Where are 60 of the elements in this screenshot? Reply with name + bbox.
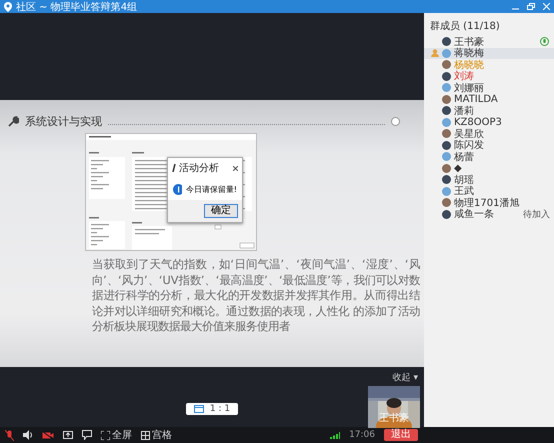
- page-indicator[interactable]: 1 : 1: [186, 403, 238, 415]
- orb-icon: [391, 117, 400, 126]
- window-title: 社区 ~ 物理毕业答辩第4组: [16, 0, 138, 14]
- member-row[interactable]: 杨蕾: [424, 151, 554, 162]
- call-time: 17:06: [349, 430, 375, 440]
- member-name: 陈闪发: [454, 139, 485, 152]
- restore-icon[interactable]: [527, 3, 535, 10]
- grid-icon: [141, 430, 150, 440]
- signal-icon: [330, 432, 340, 438]
- member-name: 王书豪: [454, 36, 485, 48]
- member-name: ◆: [454, 162, 463, 174]
- member-name: 王武: [454, 184, 475, 198]
- pen-icon: [172, 164, 176, 172]
- chat-icon[interactable]: [82, 430, 92, 440]
- member-name: 蒋晓梅: [454, 46, 485, 60]
- member-row[interactable]: ◆: [424, 162, 554, 174]
- member-name: KZ8OOP3: [454, 116, 503, 128]
- member-name: 物理1701潘旭: [454, 196, 520, 209]
- fullscreen-button[interactable]: 全屏: [101, 428, 132, 442]
- member-status: 待加入: [523, 208, 550, 221]
- dialog-message: 今日请保留量!: [186, 184, 237, 194]
- grid-button[interactable]: 宫格: [141, 428, 172, 442]
- screen-share-icon[interactable]: [63, 430, 73, 440]
- collapse-toggle[interactable]: 收起 ▾: [392, 371, 418, 384]
- member-row[interactable]: 咸鱼一条 待加入: [424, 208, 554, 220]
- member-name: 咸鱼一条: [454, 208, 495, 222]
- member-name: 杨晓晓: [454, 58, 485, 71]
- slide-title: 系统设计与实现: [25, 114, 102, 129]
- member-row[interactable]: 吴星欣: [424, 128, 554, 140]
- close-icon[interactable]: [233, 166, 238, 170]
- member-row[interactable]: 潘莉: [424, 105, 554, 116]
- info-icon: [173, 184, 182, 194]
- member-row[interactable]: 王武: [424, 186, 554, 197]
- member-name: 刘娜丽: [454, 82, 485, 94]
- member-row[interactable]: 物理1701潘旭: [424, 197, 554, 208]
- member-name: 吴星欣: [454, 128, 485, 140]
- members-header: 群成员 (11/18): [429, 20, 501, 34]
- ok-button[interactable]: 确定: [204, 204, 238, 218]
- member-row[interactable]: KZ8OOP3: [424, 116, 554, 128]
- member-name: 杨蕾: [454, 150, 475, 164]
- wrench-icon: [8, 116, 19, 127]
- camera-off-icon[interactable]: [42, 430, 54, 440]
- member-row[interactable]: 蒋晓梅: [424, 48, 554, 59]
- member-name: MATILDA: [454, 94, 499, 105]
- member-name: 刘涛: [454, 70, 475, 82]
- member-row[interactable]: 刘涛: [424, 70, 554, 82]
- member-row[interactable]: 王书豪: [424, 36, 554, 48]
- exit-button[interactable]: 退出: [384, 429, 418, 441]
- member-name: 潘莉: [454, 104, 475, 118]
- fullscreen-icon: [101, 430, 110, 440]
- member-name: 胡瑶: [454, 174, 475, 186]
- member-row[interactable]: 胡瑶: [424, 174, 554, 186]
- member-row[interactable]: 陈闪发: [424, 140, 554, 151]
- member-row[interactable]: 刘娜丽: [424, 82, 554, 94]
- slide-paragraph: 当获取到了天气的指数，如‘日间气温’、‘夜间气温’、‘湿度’、‘风向’、‘风力’、‘UV指数’、‘最高温度’、‘最低温度’等，我们可以对数据进行科学的分析，最大化的开发数据并发挥其作用。从而得出结论并对以详细研究和概论。通过数据的表现，人性化 的添加了活动分析板块展现数据最大价值来服务使用者: [91, 257, 422, 334]
- dialog-title: 活动分析: [179, 162, 219, 175]
- slide-icon: [194, 405, 204, 413]
- microphone-muted-icon[interactable]: [5, 430, 14, 440]
- speaker-icon[interactable]: [23, 430, 33, 440]
- member-row[interactable]: MATILDA: [424, 94, 554, 105]
